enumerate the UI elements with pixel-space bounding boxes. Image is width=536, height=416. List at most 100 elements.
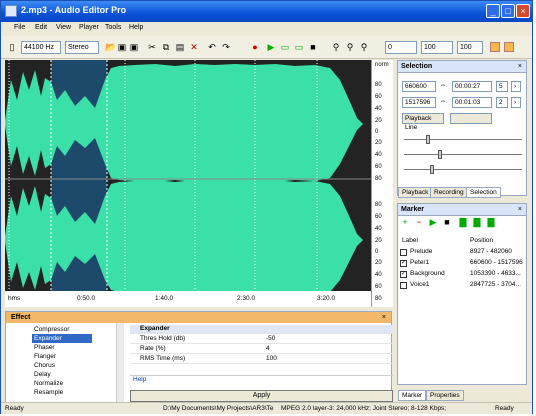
open-icon[interactable]: 📂 [105, 42, 116, 52]
menu-help[interactable]: Help [129, 24, 143, 31]
effect-item[interactable]: Flanger [32, 352, 92, 361]
zoom-out-icon[interactable]: ⚲ [345, 42, 355, 52]
start-nav-button[interactable]: › [511, 81, 521, 92]
tab-recording[interactable]: Recording [430, 187, 468, 198]
paste-icon[interactable]: ▤ [175, 42, 185, 52]
param-value[interactable]: 4 [266, 345, 270, 352]
effect-item[interactable]: Resample [32, 388, 92, 397]
close-icon[interactable]: × [518, 61, 522, 73]
apply-button[interactable]: Apply [130, 390, 393, 402]
save-icon[interactable]: ▣ [117, 42, 127, 52]
stop-marker-icon[interactable]: ■ [442, 217, 452, 227]
marker-checkbox[interactable]: ✓ [400, 260, 407, 267]
new-file-icon[interactable]: ▯ [7, 42, 17, 52]
menu-player[interactable]: Player [79, 24, 99, 31]
slider-2-thumb[interactable] [438, 150, 442, 159]
field-3[interactable]: 100 [457, 41, 483, 54]
channels-select[interactable]: Stereo [65, 41, 99, 54]
param-value[interactable]: -50 [266, 335, 275, 342]
marker-checkbox[interactable] [400, 282, 407, 289]
play-marker-icon[interactable]: ▶ [428, 217, 438, 227]
marker-panel-title: Marker [401, 206, 424, 213]
tab-selection[interactable]: Selection [466, 187, 501, 198]
swap-arrows-icon[interactable]: ⇔ [438, 81, 448, 91]
slider-3-track[interactable] [404, 169, 522, 170]
menu-tools[interactable]: Tools [105, 24, 121, 31]
tab-properties[interactable]: Properties [426, 390, 464, 401]
marker-tool-icon[interactable]: ▇ [486, 217, 496, 227]
effect-item[interactable]: Delay [32, 370, 92, 379]
copy-icon[interactable]: ⧉ [161, 42, 171, 52]
zoom-in-icon[interactable]: ⚲ [331, 42, 341, 52]
marker-row[interactable]: ✓ Peter1 660600 - 1517596 [400, 259, 526, 268]
start-extra-field[interactable]: 5 [496, 81, 508, 92]
effect-item[interactable]: Normalize [32, 379, 92, 388]
slider-2-track[interactable] [404, 154, 522, 155]
save-as-icon[interactable]: ▣ [129, 42, 139, 52]
play-icon[interactable]: ▶ [266, 42, 276, 52]
effect-item[interactable]: Chorus [32, 361, 92, 370]
end-samples-field[interactable]: 1517596 [402, 97, 436, 108]
marker-tabs: Marker Properties [398, 390, 528, 401]
close-button[interactable]: × [516, 4, 530, 18]
end-nav-button[interactable]: › [511, 97, 521, 108]
effect-param-row[interactable]: Rate (%) 4 [130, 345, 393, 354]
slider-1-track[interactable] [404, 139, 522, 140]
marker-checkbox[interactable] [400, 249, 407, 256]
delete-icon[interactable]: ✕ [189, 42, 199, 52]
loop-icon[interactable]: ▭ [294, 42, 304, 52]
play-selection-icon[interactable]: ▭ [280, 42, 290, 52]
slider-1-thumb[interactable] [426, 135, 430, 144]
undo-icon[interactable]: ↶ [207, 42, 217, 52]
swap-arrows-icon[interactable]: ⇔ [438, 97, 448, 107]
close-icon[interactable]: × [518, 204, 522, 216]
playback-line-field[interactable] [450, 113, 492, 124]
menu-file[interactable]: File [14, 24, 25, 31]
record-icon[interactable]: ● [250, 42, 260, 52]
delete-marker-icon[interactable]: − [414, 217, 424, 227]
sample-rate-select[interactable]: 44100 Hz [21, 41, 61, 54]
effect-item[interactable]: Phaser [32, 343, 92, 352]
marker-row[interactable]: Prelude 8927 - 482060 [400, 248, 526, 257]
param-value[interactable]: 100 [266, 355, 277, 362]
end-extra-field[interactable]: 2 [496, 97, 508, 108]
start-samples-field[interactable]: 660600 [402, 81, 436, 92]
title-bar[interactable]: 2.mp3 - Audio Editor Pro _ □ × [1, 1, 532, 22]
menu-view[interactable]: View [56, 24, 71, 31]
marker-toggle-icon[interactable] [504, 42, 514, 52]
marker-tool-icon[interactable]: ▇ [458, 217, 468, 227]
maximize-button[interactable]: □ [501, 4, 515, 18]
marker-row[interactable]: ✓ Background 1053390 - 4633... [400, 270, 526, 279]
zoom-fit-icon[interactable]: ⚲ [359, 42, 369, 52]
menu-bar: File Edit View Player Tools Help [1, 22, 532, 36]
minimize-button[interactable]: _ [486, 4, 500, 18]
cut-icon[interactable]: ✂ [147, 42, 157, 52]
effect-item[interactable]: Compressor [32, 325, 92, 334]
marker-row[interactable]: Voice1 2847725 - 3704... [400, 281, 526, 290]
marker-tool-icon[interactable]: ▇ [472, 217, 482, 227]
marker-checkbox[interactable]: ✓ [400, 271, 407, 278]
help-link[interactable]: Help [130, 375, 393, 385]
effect-panel-header: Effect × [6, 312, 391, 323]
field-1[interactable]: 0 [385, 41, 417, 54]
tab-playback[interactable]: Playback [398, 187, 433, 198]
start-time-field[interactable]: 00:00:27 [452, 81, 492, 92]
effect-list-scrollbar[interactable] [116, 323, 124, 404]
menu-edit[interactable]: Edit [35, 24, 47, 31]
close-icon[interactable]: × [382, 312, 386, 323]
slider-3-thumb[interactable] [430, 165, 434, 174]
effect-item[interactable]: Expander [32, 334, 92, 343]
effect-param-row[interactable]: RMS Time (ms) 100 [130, 355, 393, 364]
waveform-view[interactable] [5, 60, 371, 307]
redo-icon[interactable]: ↷ [221, 42, 231, 52]
end-time-field[interactable]: 00:01:03 [452, 97, 492, 108]
effect-list[interactable]: Compressor Expander Phaser Flanger Choru… [6, 323, 124, 404]
field-2[interactable]: 100 [421, 41, 453, 54]
add-marker-icon[interactable]: + [400, 217, 410, 227]
effect-toggle-icon[interactable] [490, 42, 500, 52]
effect-param-row[interactable]: Thres Hold (db) -50 [130, 335, 393, 344]
timeline-ruler[interactable]: hms 0:50.0 1:40.0 2:30.0 3:20.0 [5, 291, 371, 307]
selection-panel-title: Selection [401, 63, 433, 70]
stop-icon[interactable]: ■ [308, 42, 318, 52]
tab-marker[interactable]: Marker [398, 390, 427, 401]
